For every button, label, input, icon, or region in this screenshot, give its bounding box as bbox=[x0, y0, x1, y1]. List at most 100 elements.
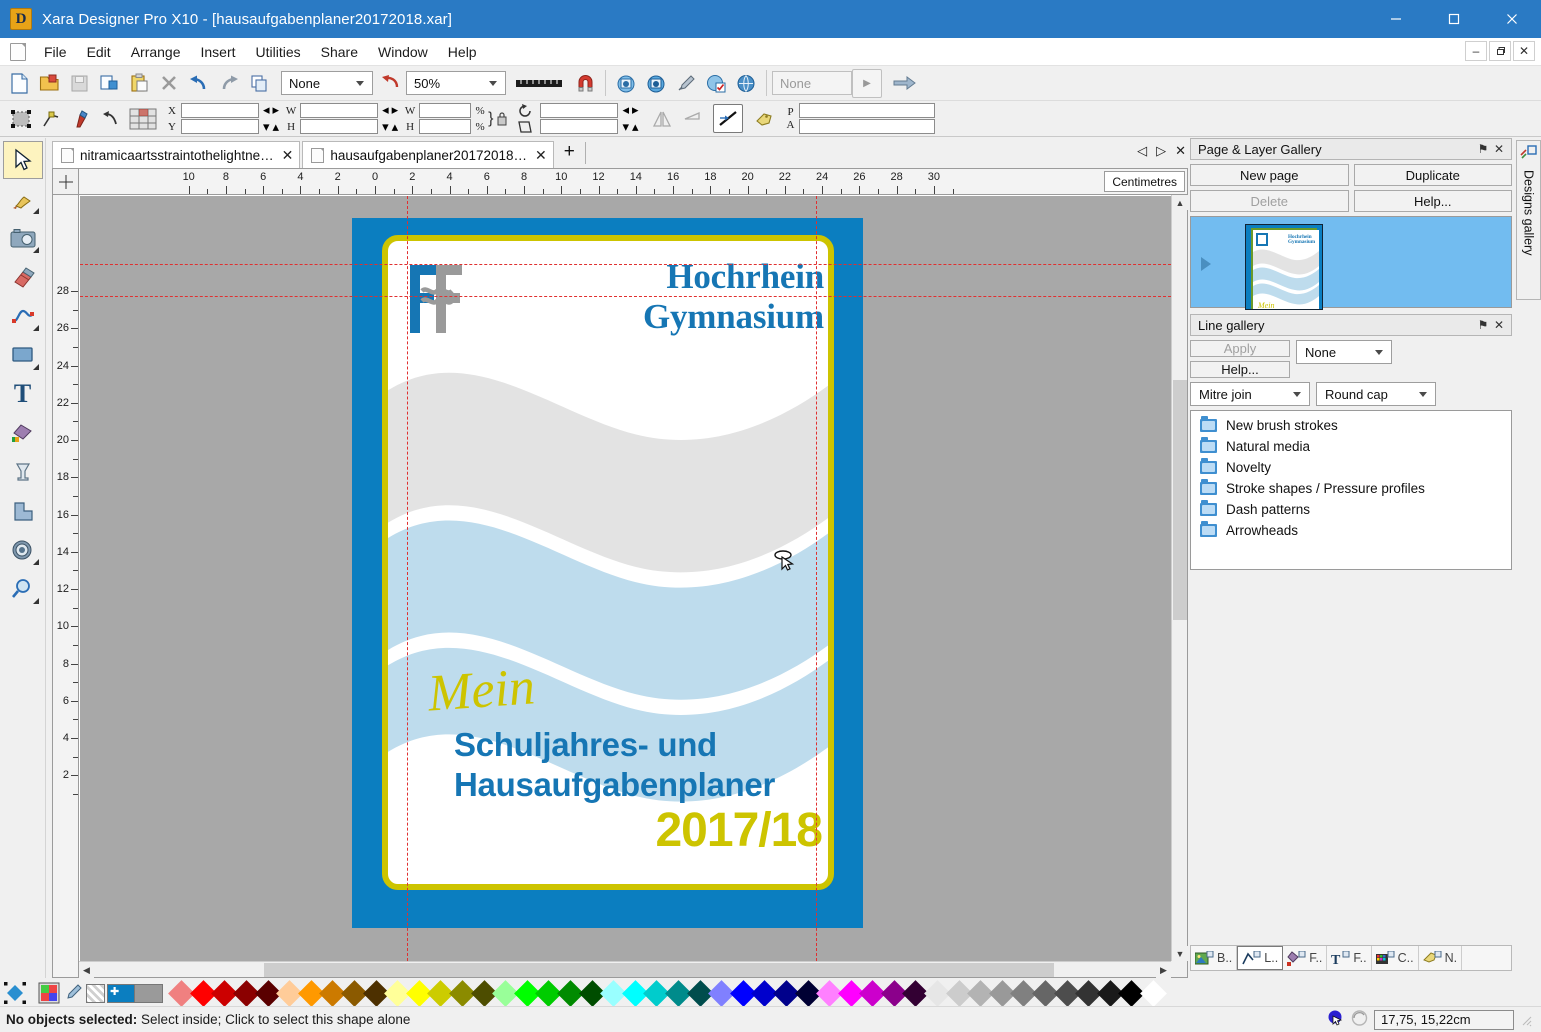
wh-spinner-up[interactable]: ◂ ▸ bbox=[382, 102, 398, 118]
color-editor-icon[interactable] bbox=[38, 982, 60, 1004]
tab-bitmap-gallery[interactable]: B.. bbox=[1191, 946, 1238, 970]
name-apply-button[interactable]: ▶ bbox=[852, 68, 882, 98]
window-close-button[interactable] bbox=[1483, 0, 1541, 38]
menu-item-arrange[interactable]: Arrange bbox=[121, 40, 191, 64]
xy-spinner-down[interactable]: ▾ ▴ bbox=[263, 119, 279, 135]
document-page[interactable]: Hochrhein Gymnasium Mein Schuljahres- un… bbox=[352, 218, 863, 928]
y-input[interactable] bbox=[181, 119, 259, 134]
ruler-origin-button[interactable] bbox=[53, 169, 79, 195]
color-swatch[interactable] bbox=[1140, 979, 1167, 1007]
transparency-tool[interactable] bbox=[3, 453, 43, 491]
scroll-down-button[interactable]: ▼ bbox=[1172, 946, 1188, 961]
flip-vertical-icon[interactable] bbox=[677, 104, 707, 133]
drawing-canvas[interactable]: Hochrhein Gymnasium Mein Schuljahres- un… bbox=[80, 196, 1171, 961]
tab-color-gallery[interactable]: C.. bbox=[1372, 946, 1419, 970]
mdi-restore-button[interactable] bbox=[1489, 41, 1511, 61]
guide-vertical-right[interactable] bbox=[816, 196, 817, 961]
quality-dropdown[interactable]: None bbox=[281, 71, 373, 95]
back-arrow-icon[interactable] bbox=[96, 104, 126, 133]
new-document-icon[interactable] bbox=[4, 69, 34, 98]
open-document-icon[interactable] bbox=[34, 69, 64, 98]
no-color-swatch[interactable] bbox=[86, 983, 105, 1003]
selector-tool[interactable] bbox=[2, 141, 43, 179]
horizontal-scroll-thumb[interactable] bbox=[264, 963, 1054, 977]
flip-horizontal-icon[interactable] bbox=[647, 104, 677, 133]
lock-aspect-icon[interactable] bbox=[493, 104, 511, 133]
document-tab-2-close-icon[interactable]: ✕ bbox=[535, 147, 547, 164]
height-pct-input[interactable] bbox=[419, 119, 472, 134]
scroll-left-button[interactable]: ◀ bbox=[79, 962, 94, 978]
width-pct-input[interactable] bbox=[419, 103, 472, 118]
tab-font-gallery[interactable]: T F.. bbox=[1327, 946, 1372, 970]
save-document-icon[interactable] bbox=[64, 69, 94, 98]
current-fill-swatch[interactable]: ✚ bbox=[107, 983, 135, 1003]
vertical-ruler[interactable]: 28 26 24 22 20 18 16 14 12 10 8 6 4 2 bbox=[53, 195, 79, 977]
designs-gallery-tab[interactable]: Designs gallery bbox=[1516, 140, 1541, 300]
color-swatch-list[interactable] bbox=[168, 979, 1167, 1007]
stroke-type-dropdown[interactable]: None bbox=[1296, 340, 1392, 364]
scroll-right-button[interactable]: ▶ bbox=[1156, 962, 1171, 978]
web-properties-icon[interactable] bbox=[701, 69, 731, 98]
width-input[interactable] bbox=[300, 103, 379, 118]
grid-snap-icon[interactable] bbox=[126, 104, 160, 133]
page-gallery-help-button[interactable]: Help... bbox=[1353, 190, 1512, 212]
rotate-spinner-up[interactable]: ◂ ▸ bbox=[622, 102, 638, 118]
print-icon[interactable] bbox=[94, 69, 124, 98]
select-all-icon[interactable] bbox=[6, 104, 36, 133]
rectangle-tool[interactable] bbox=[3, 336, 43, 374]
close-icon[interactable]: ✕ bbox=[1491, 142, 1507, 156]
rotate-icon[interactable] bbox=[514, 102, 536, 118]
shape-editor-tool[interactable] bbox=[3, 297, 43, 335]
text-tool[interactable]: T bbox=[3, 375, 43, 413]
fill-tool[interactable] bbox=[3, 414, 43, 452]
pin-icon[interactable]: ⚑ bbox=[1475, 318, 1491, 332]
undo-icon[interactable] bbox=[184, 69, 214, 98]
guide-horizontal-second[interactable] bbox=[80, 296, 1171, 297]
menu-item-file[interactable]: File bbox=[34, 40, 77, 64]
name-tag-icon[interactable] bbox=[749, 104, 779, 133]
list-item[interactable]: Arrowheads bbox=[1191, 520, 1511, 541]
tab-fill-gallery[interactable]: F.. bbox=[1283, 946, 1328, 970]
page-thumbnail-area[interactable]: Hochrhein Gymnasium Mein bbox=[1190, 216, 1512, 310]
redraw-icon[interactable] bbox=[376, 69, 406, 98]
pin-icon[interactable]: ⚑ bbox=[1475, 142, 1491, 156]
mdi-close-button[interactable]: ✕ bbox=[1513, 41, 1535, 61]
photo-tool[interactable] bbox=[3, 219, 43, 257]
tab-close-button[interactable]: ✕ bbox=[1175, 143, 1186, 159]
redo-icon[interactable] bbox=[214, 69, 244, 98]
list-item[interactable]: Dash patterns bbox=[1191, 499, 1511, 520]
color-picker-icon[interactable] bbox=[671, 69, 701, 98]
horizontal-ruler[interactable]: Centimetres 10 8 6 4 2 0 2 4 6 8 10 12 14 16 18 20 22 24 2… bbox=[79, 169, 1187, 195]
list-item[interactable]: Novelty bbox=[1191, 457, 1511, 478]
rotate-input[interactable] bbox=[540, 103, 619, 118]
current-colors[interactable]: ✚ bbox=[107, 983, 163, 1003]
edit-curve-icon[interactable] bbox=[36, 104, 66, 133]
window-minimize-button[interactable] bbox=[1367, 0, 1425, 38]
skew-input[interactable] bbox=[540, 119, 619, 134]
list-item[interactable]: Stroke shapes / Pressure profiles bbox=[1191, 478, 1511, 499]
document-tab-1[interactable]: nitramicaartsstraintothelightne… ✕ bbox=[52, 141, 301, 168]
line-gallery-folder-list[interactable]: New brush strokes Natural media Novelty … bbox=[1190, 410, 1512, 570]
a-input[interactable] bbox=[798, 119, 935, 134]
x-input[interactable] bbox=[181, 103, 259, 118]
guide-horizontal-top[interactable] bbox=[80, 264, 1171, 265]
current-line-swatch[interactable] bbox=[135, 983, 163, 1003]
apply-line-button[interactable]: Apply bbox=[1190, 340, 1290, 357]
magnet-icon[interactable] bbox=[570, 69, 600, 98]
menu-item-insert[interactable]: Insert bbox=[191, 40, 246, 64]
delete-page-button[interactable]: Delete bbox=[1190, 190, 1349, 212]
expand-triangle-icon[interactable] bbox=[1201, 257, 1211, 271]
line-gallery-help-button[interactable]: Help... bbox=[1190, 361, 1290, 378]
ruler-icon[interactable] bbox=[512, 69, 566, 98]
document-tab-2[interactable]: hausaufgabenplaner20172018… ✕ bbox=[302, 141, 554, 168]
list-item[interactable]: Natural media bbox=[1191, 436, 1511, 457]
skew-icon[interactable] bbox=[514, 119, 536, 135]
horizontal-scrollbar[interactable]: ◀ ▶ bbox=[79, 961, 1171, 978]
name-dropdown[interactable]: None bbox=[772, 71, 852, 95]
line-cap-dropdown[interactable]: Round cap bbox=[1316, 382, 1436, 406]
shadow-tool[interactable] bbox=[3, 492, 43, 530]
wh-spinner-down[interactable]: ▾ ▴ bbox=[382, 119, 398, 135]
duplicate-page-button[interactable]: Duplicate bbox=[1353, 164, 1512, 186]
eyedropper-icon[interactable] bbox=[62, 982, 84, 1004]
line-join-dropdown[interactable]: Mitre join bbox=[1190, 382, 1310, 406]
